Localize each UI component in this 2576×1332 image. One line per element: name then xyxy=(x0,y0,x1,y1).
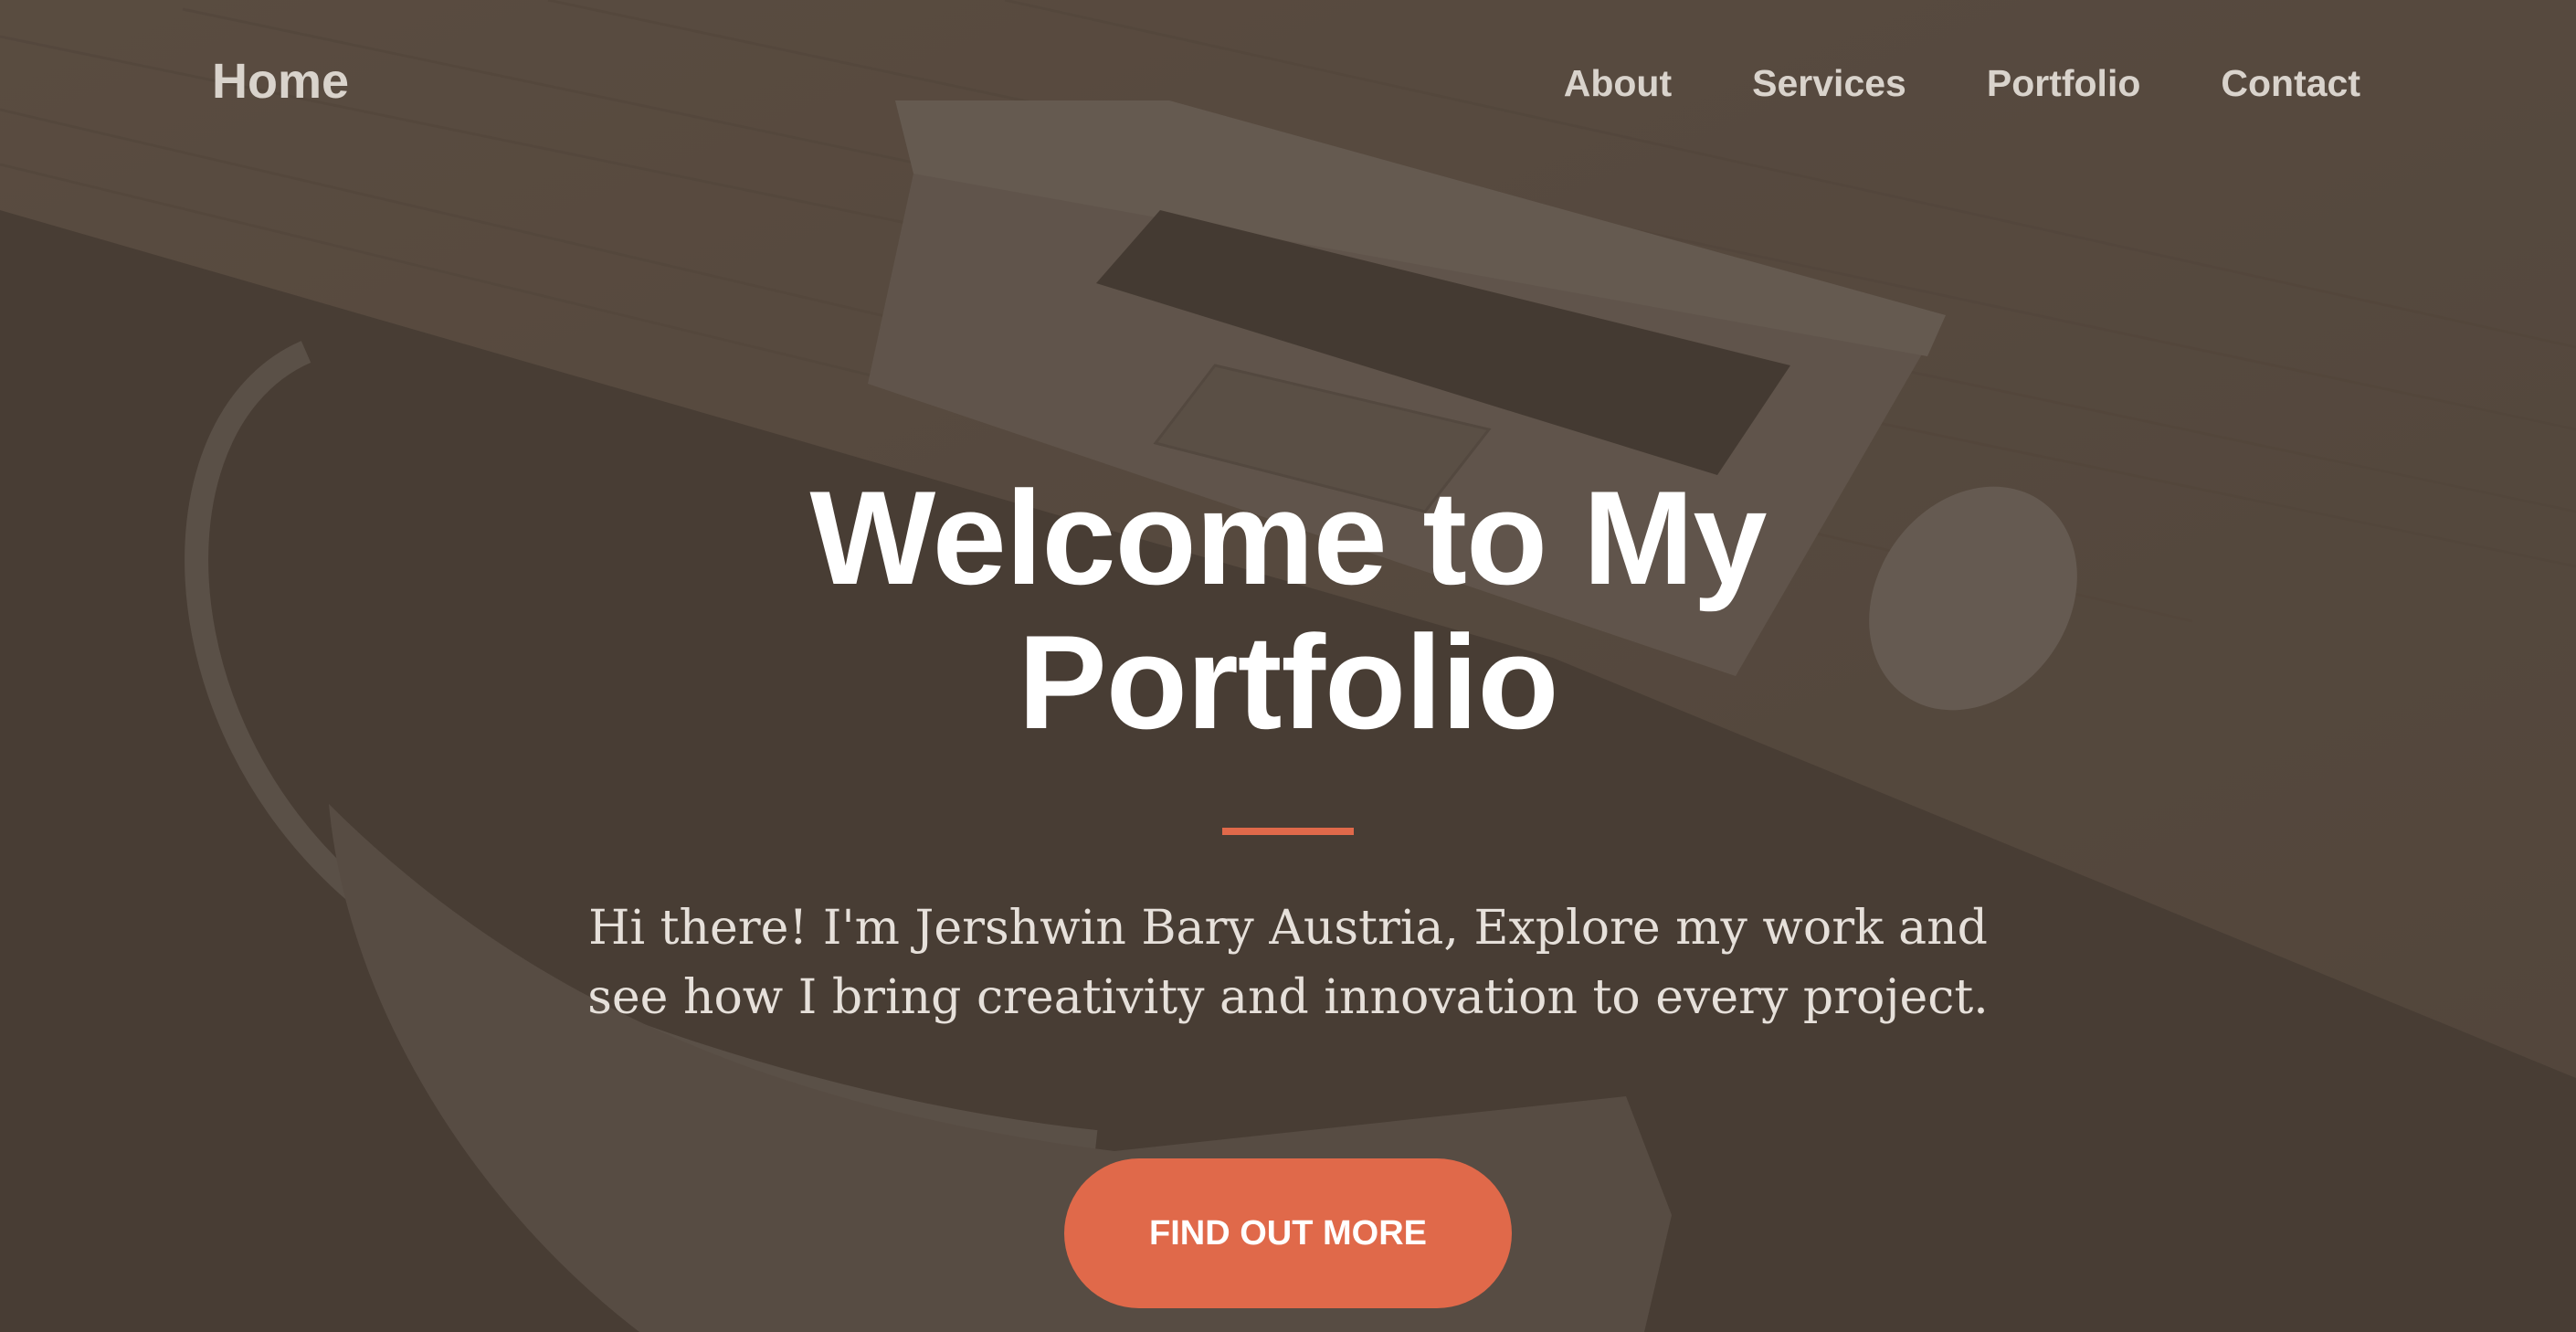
hero-title: Welcome to My Portfolio xyxy=(809,463,1767,756)
nav-item-portfolio: Portfolio xyxy=(1987,62,2141,105)
nav-links: About Services Portfolio Contact xyxy=(1564,62,2360,105)
nav-link-contact[interactable]: Contact xyxy=(2221,62,2360,104)
nav-item-contact: Contact xyxy=(2221,62,2360,105)
find-out-more-button[interactable]: FIND OUT MORE xyxy=(1064,1158,1512,1308)
nav-link-services[interactable]: Services xyxy=(1752,62,1906,104)
nav-item-services: Services xyxy=(1752,62,1906,105)
nav-brand-home[interactable]: Home xyxy=(212,53,349,110)
hero-section: Welcome to My Portfolio Hi there! I'm Je… xyxy=(0,466,2576,1308)
navbar: Home About Services Portfolio Contact xyxy=(0,0,2576,174)
hero-divider xyxy=(1222,828,1354,835)
nav-item-about: About xyxy=(1564,62,1672,105)
hero-subtitle: Hi there! I'm Jershwin Bary Austria, Exp… xyxy=(587,901,1989,1025)
nav-link-portfolio[interactable]: Portfolio xyxy=(1987,62,2141,104)
nav-link-about[interactable]: About xyxy=(1564,62,1672,104)
